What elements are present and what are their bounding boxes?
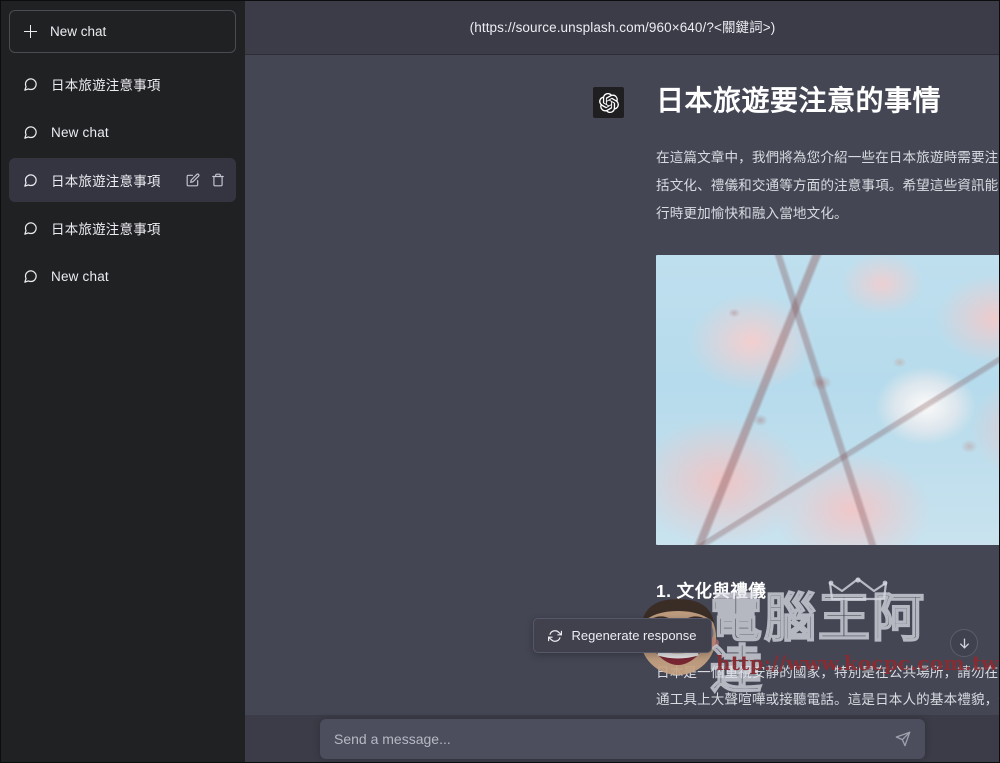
avatar xyxy=(593,87,624,118)
topbar-text: (https://source.unsplash.com/960×640/?<關… xyxy=(470,16,776,36)
composer[interactable] xyxy=(320,719,925,759)
regenerate-response-button[interactable]: Regenerate response xyxy=(533,618,711,653)
chat-bubble-icon xyxy=(23,173,38,188)
chat-bubble-icon xyxy=(23,77,38,92)
body-line-1: 日本是一個重視安靜的國家，特別是在公共場所，請勿在公共交 xyxy=(656,665,1000,680)
intro-paragraph: 在這篇文章中，我們將為您介紹一些在日本旅遊時需要注意的事情，包括文化、禮儀和交通… xyxy=(656,144,1000,228)
sidebar-item-label: 日本旅遊注意事項 xyxy=(51,170,173,190)
arrow-down-icon xyxy=(958,637,971,650)
edit-icon[interactable] xyxy=(186,173,200,187)
openai-logo-icon xyxy=(599,93,619,113)
conversation-thread: 日本旅遊要注意的事情 在這篇文章中，我們將為您介紹一些在日本旅遊時需要注意的事情… xyxy=(245,55,1000,715)
main-panel: (https://source.unsplash.com/960×640/?<關… xyxy=(245,0,1000,763)
topbar: (https://source.unsplash.com/960×640/?<關… xyxy=(245,0,1000,55)
sidebar-item-actions xyxy=(186,173,225,187)
heading-section-1: 1. 文化與禮儀 xyxy=(656,578,1000,603)
sidebar-item-chat-4[interactable]: 日本旅遊注意事項 xyxy=(9,206,236,250)
new-chat-button[interactable]: New chat xyxy=(9,10,236,53)
refresh-icon xyxy=(548,629,562,643)
chat-bubble-icon xyxy=(23,269,38,284)
sidebar: New chat 日本旅遊注意事項 New chat 日本旅遊注意事項 日本旅遊… xyxy=(0,0,245,763)
plus-icon xyxy=(24,25,37,38)
scroll-to-bottom-button[interactable] xyxy=(950,629,978,657)
sidebar-item-chat-1[interactable]: 日本旅遊注意事項 xyxy=(9,62,236,106)
sidebar-item-chat-3-active[interactable]: 日本旅遊注意事項 xyxy=(9,158,236,202)
message-input[interactable] xyxy=(334,731,895,747)
sidebar-item-label: 日本旅遊注意事項 xyxy=(51,218,225,238)
chat-bubble-icon xyxy=(23,221,38,236)
send-button[interactable] xyxy=(895,731,911,747)
chat-bubble-icon xyxy=(23,125,38,140)
new-chat-label: New chat xyxy=(50,24,106,39)
cherry-blossom-image xyxy=(656,255,1000,545)
regenerate-label: Regenerate response xyxy=(571,628,696,643)
body-line-2: 通工具上大聲喧嘩或接聽電話。這是日本人的基本禮貌，也是十 xyxy=(656,692,1000,707)
delete-icon[interactable] xyxy=(211,173,225,187)
sidebar-item-label: 日本旅遊注意事項 xyxy=(51,74,225,94)
send-paper-plane-icon xyxy=(895,731,911,747)
body-paragraph-1-1: 日本是一個重視安靜的國家，特別是在公共場所，請勿在公共交 通工具上大聲喧嘩或接聽… xyxy=(656,659,1000,715)
sidebar-item-chat-2[interactable]: New chat xyxy=(9,110,236,154)
page-title: 日本旅遊要注意的事情 xyxy=(656,83,1000,118)
assistant-message: 日本旅遊要注意的事情 在這篇文章中，我們將為您介紹一些在日本旅遊時需要注意的事情… xyxy=(245,55,1000,714)
chatgpt-window: New chat 日本旅遊注意事項 New chat 日本旅遊注意事項 日本旅遊… xyxy=(0,0,1000,763)
sidebar-item-chat-5[interactable]: New chat xyxy=(9,254,236,298)
sidebar-item-label: New chat xyxy=(51,269,225,284)
sidebar-item-label: New chat xyxy=(51,125,225,140)
composer-area xyxy=(245,715,1000,763)
